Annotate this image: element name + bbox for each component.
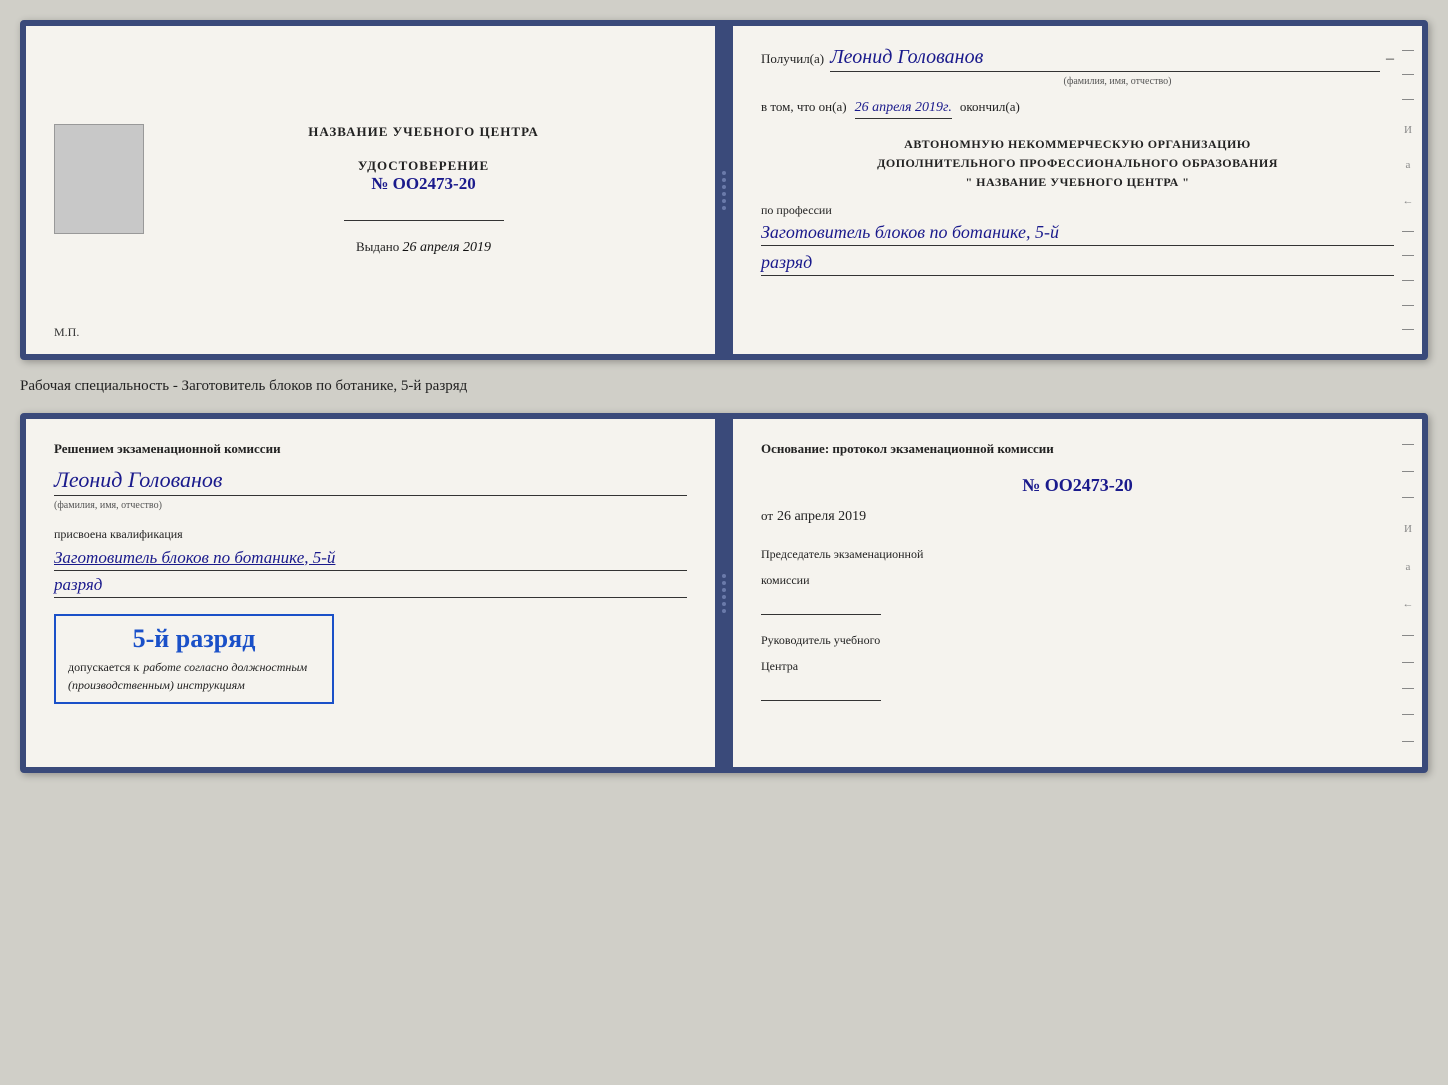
- stamp-rank: 5-й разряд: [68, 624, 320, 654]
- protocol-number: № OO2473-20: [761, 475, 1394, 496]
- bottom-doc-right: Основание: протокол экзаменационной коми…: [733, 419, 1422, 767]
- qualification-text: Заготовитель блоков по ботанике, 5-й: [54, 548, 687, 571]
- bottom-fio-subtitle: (фамилия, имя, отчество): [54, 500, 687, 511]
- poluchil-prefix: Получил(a): [761, 51, 824, 67]
- rukovoditel-label1: Руководитель учебного: [761, 631, 1394, 649]
- bottom-razryad: разряд: [54, 575, 687, 598]
- auto-org-line1: АВТОНОМНУЮ НЕКОММЕРЧЕСКУЮ ОРГАНИЗАЦИЮ: [761, 135, 1394, 154]
- vydano-line: Выдано 26 апреля 2019: [356, 239, 491, 256]
- top-doc-right: Получил(a) Леонид Голованов – (фамилия, …: [733, 26, 1422, 354]
- udost-number: № OO2473-20: [358, 174, 489, 194]
- specialty-label: Рабочая специальность - Заготовитель бло…: [20, 376, 1428, 397]
- photo-placeholder: [54, 124, 144, 234]
- chairman-label1: Председатель экзаменационной: [761, 545, 1394, 563]
- stamp-dopusk-italic2: (производственным) инструкциям: [68, 678, 245, 692]
- okonchil-text: окончил(a): [960, 99, 1020, 115]
- auto-org-block: АВТОНОМНУЮ НЕКОММЕРЧЕСКУЮ ОРГАНИЗАЦИЮ ДО…: [761, 135, 1394, 193]
- right-decoration: И а ←: [1402, 26, 1414, 354]
- bottom-person-name: Леонид Голованов: [54, 467, 687, 496]
- udost-label: УДОСТОВЕРЕНИЕ: [358, 158, 489, 174]
- stamp-dopusk-prefix: допускается к: [68, 660, 139, 674]
- vtom-date: 26 апреля 2019г.: [855, 100, 952, 119]
- prisvoena-text: присвоена квалификация: [54, 527, 687, 542]
- vtom-prefix: в том, что он(а): [761, 99, 847, 115]
- auto-org-line3: " НАЗВАНИЕ УЧЕБНОГО ЦЕНТРА ": [761, 173, 1394, 192]
- ot-date: 26 апреля 2019: [777, 509, 866, 525]
- fio-subtitle-top: (фамилия, имя, отчество): [841, 76, 1394, 87]
- bottom-doc-left: Решением экзаменационной комиссии Леонид…: [26, 419, 715, 767]
- recipient-name: Леонид Голованов: [830, 46, 1380, 72]
- bottom-right-decoration: И а ←: [1402, 419, 1414, 767]
- stamp-dopusk-italic1: работе согласно должностным: [143, 660, 307, 674]
- spine: [715, 26, 733, 354]
- chairman-block: Председатель экзаменационной комиссии: [761, 545, 1394, 615]
- po-professii-label: по профессии: [761, 203, 1394, 218]
- mp-label: М.П.: [54, 325, 79, 340]
- auto-org-line2: ДОПОЛНИТЕЛЬНОГО ПРОФЕССИОНАЛЬНОГО ОБРАЗО…: [761, 154, 1394, 173]
- rukovoditel-signature-line: [761, 683, 881, 701]
- stamp-box: 5-й разряд допускается к работе согласно…: [54, 614, 334, 704]
- osnovanie-text: Основание: протокол экзаменационной коми…: [761, 439, 1394, 459]
- udost-block: УДОСТОВЕРЕНИЕ № OO2473-20: [358, 158, 489, 194]
- bottom-spine: [715, 419, 733, 767]
- resheniem-text: Решением экзаменационной комиссии: [54, 439, 687, 459]
- dash: –: [1386, 50, 1394, 68]
- vydano-prefix: Выдано: [356, 239, 399, 254]
- ot-prefix: от: [761, 508, 773, 524]
- top-document: НАЗВАНИЕ УЧЕБНОГО ЦЕНТРА УДОСТОВЕРЕНИЕ №…: [20, 20, 1428, 360]
- training-center-title: НАЗВАНИЕ УЧЕБНОГО ЦЕНТРА: [308, 124, 539, 140]
- chairman-signature-line: [761, 597, 881, 615]
- chairman-label2: комиссии: [761, 571, 1394, 589]
- top-doc-left: НАЗВАНИЕ УЧЕБНОГО ЦЕНТРА УДОСТОВЕРЕНИЕ №…: [26, 26, 715, 354]
- rukovoditel-label2: Центра: [761, 657, 1394, 675]
- vydano-date: 26 апреля 2019: [403, 240, 491, 255]
- bottom-document: Решением экзаменационной комиссии Леонид…: [20, 413, 1428, 773]
- rukovoditel-block: Руководитель учебного Центра: [761, 631, 1394, 701]
- razryad-text: разряд: [761, 252, 1394, 276]
- profession-text: Заготовитель блоков по ботанике, 5-й: [761, 222, 1394, 246]
